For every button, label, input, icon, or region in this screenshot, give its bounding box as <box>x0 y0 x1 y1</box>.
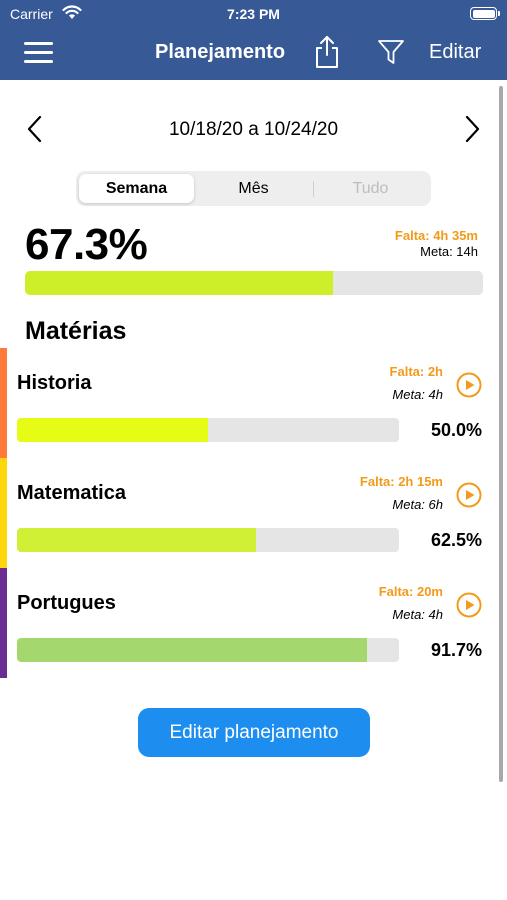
overall-progress-fill <box>25 271 334 295</box>
status-time: 7:23 PM <box>227 6 280 22</box>
period-segmented-control: Semana Mês Tudo <box>76 171 431 206</box>
subject-name: Matematica <box>17 482 126 504</box>
subject-goal: Meta: 6h <box>392 497 443 512</box>
play-icon[interactable] <box>456 592 482 618</box>
subject-percent: 91.7% <box>430 640 482 660</box>
play-icon[interactable] <box>456 482 482 508</box>
subject-progress-fill <box>17 528 256 552</box>
subject-row-matematica: Matematica Falta: 2h 15m Meta: 6h 62.5% <box>0 458 507 568</box>
subject-row-portugues: Portugues Falta: 20m Meta: 4h 91.7% <box>0 568 507 678</box>
subject-name: Historia <box>17 372 92 394</box>
subject-color-stripe <box>0 458 7 568</box>
date-range-label: 10/18/20 a 10/24/20 <box>168 119 339 140</box>
subject-progress-fill <box>17 638 368 662</box>
subject-progress-bar <box>17 418 399 442</box>
subject-percent: 50.0% <box>430 420 482 440</box>
subject-percent: 62.5% <box>430 530 482 550</box>
subject-remaining: Falta: 20m <box>378 584 443 599</box>
edit-button[interactable]: Editar <box>429 41 481 64</box>
date-navigator: 10/18/20 a 10/24/20 <box>0 110 507 150</box>
subject-progress-bar <box>17 638 399 662</box>
top-bar: Carrier 7:23 PM Planejamento Editar <box>0 0 507 80</box>
subject-color-stripe <box>0 568 7 678</box>
subject-goal: Meta: 4h <box>392 607 443 622</box>
subject-color-stripe <box>0 348 7 458</box>
subject-goal: Meta: 4h <box>392 387 443 402</box>
play-icon[interactable] <box>456 372 482 398</box>
navigation-bar: Planejamento Editar <box>0 28 507 80</box>
hamburger-menu-icon[interactable] <box>24 42 53 64</box>
edit-plan-button[interactable]: Editar planejamento <box>138 708 370 757</box>
page-title: Planejamento <box>155 41 286 63</box>
share-icon[interactable] <box>313 35 341 69</box>
battery-icon <box>470 7 500 20</box>
chevron-right-icon[interactable] <box>462 114 482 144</box>
tab-mes[interactable]: Mês <box>196 174 311 203</box>
overall-percent: 67.3% <box>25 220 148 269</box>
subject-remaining: Falta: 2h <box>389 364 443 379</box>
filter-funnel-icon[interactable] <box>377 38 405 66</box>
overall-progress-bar <box>25 271 483 295</box>
subject-name: Portugues <box>17 592 116 614</box>
tab-tudo[interactable]: Tudo <box>313 174 428 203</box>
status-bar: Carrier 7:23 PM <box>0 0 507 28</box>
subjects-heading: Matérias <box>25 317 127 345</box>
overall-remaining: Falta: 4h 35m <box>394 228 478 243</box>
subject-progress-fill <box>17 418 208 442</box>
tab-semana[interactable]: Semana <box>79 174 194 203</box>
subject-row-historia: Historia Falta: 2h Meta: 4h 50.0% <box>0 348 507 458</box>
overall-goal: Meta: 14h <box>420 244 478 259</box>
subject-progress-bar <box>17 528 399 552</box>
subject-remaining: Falta: 2h 15m <box>359 474 443 489</box>
